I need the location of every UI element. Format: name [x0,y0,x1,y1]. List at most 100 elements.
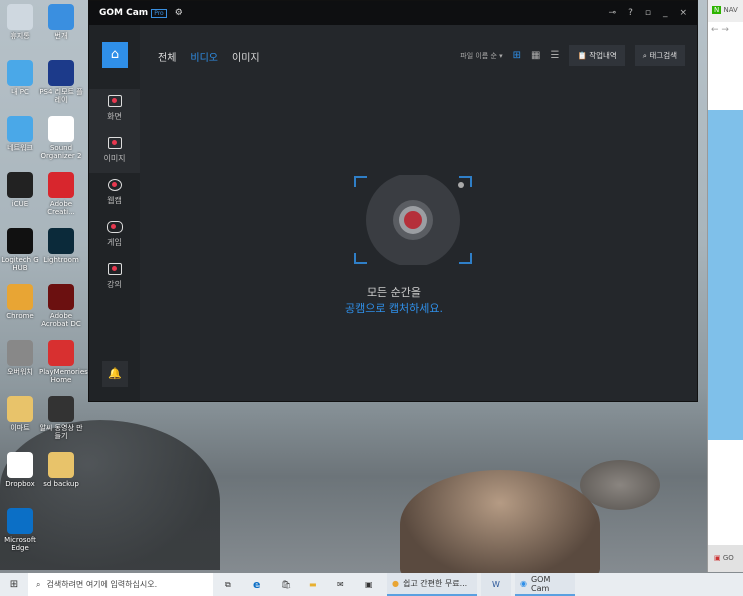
desktop-icon[interactable]: PS4 리모트 플레이 [39,60,83,104]
app-icon [7,60,33,86]
key-icon[interactable]: ⊸ [609,8,617,18]
browser-window[interactable]: N NAV ← → ▣ GO [707,0,743,572]
desktop-icon-label: Adobe Acrobat DC [41,312,81,328]
tab-image[interactable]: 이미지 [232,49,260,64]
taskbar-gom-cam[interactable]: ◉ GOM Cam [515,573,575,596]
bell-icon[interactable]: 🔔 [102,361,128,387]
desktop-icon[interactable]: iCUE [0,172,42,208]
app-icon [48,340,74,366]
desktop-icon-label: Adobe Creati... [47,200,75,216]
desktop-icon[interactable]: sd backup [39,452,83,488]
app-icon [7,284,33,310]
sidebar-item-label: 이미지 [103,154,126,163]
app-icon [7,340,33,366]
app-icon [48,4,74,30]
taskbar-chrome[interactable]: ● 쉽고 간편한 무료... [387,573,477,596]
task-view-icon[interactable]: ⧉ [225,580,253,590]
sidebar: ⌂ 화면 이미지 웹캠 게임 강의 🔔 [89,25,140,401]
home-button[interactable]: ⌂ [102,42,128,68]
desktop-icon[interactable]: 내 PC [0,60,42,96]
browser-tab[interactable]: NAV [723,6,737,14]
app-icon [7,172,33,198]
desktop-icon-label: Chrome [6,312,34,320]
search-icon: ⌕ [36,579,41,589]
sidebar-item-label: 화면 [107,112,122,121]
desktop-icon[interactable]: 번개 [39,4,83,40]
desktop-icon-label: sd backup [43,480,79,488]
sidebar-item-game[interactable]: 게임 [89,215,140,257]
app-icon [48,452,74,478]
desktop-icon[interactable]: Microsoft Edge [0,508,42,552]
taskbar-app-label: 쉽고 간편한 무료... [402,579,468,588]
restore-button[interactable]: ▫ [645,8,651,18]
store-icon[interactable]: 🛍 [281,580,309,589]
desktop-icon-label: Sound Organizer 2 [40,144,82,160]
desktop-icon-label: 이마트 [10,424,30,432]
browser-notification: GO [722,554,734,562]
desktop-icon[interactable]: 알씨 동영상 만들기 [39,396,83,440]
tab-all[interactable]: 전체 [158,49,176,64]
taskbar-search[interactable]: ⌕ 검색하려면 여기에 입력하십시오. [28,573,213,596]
camera-shutter-icon [354,175,472,265]
desktop-icon-label: PS4 리모트 플레이 [39,88,83,104]
pro-badge: Pro [151,8,167,18]
close-button[interactable]: × [679,8,687,18]
desktop-icon[interactable]: 오버워치 [0,340,42,376]
empty-message-line2: 공캠으로 캡처하세요. [344,302,444,315]
history-button[interactable]: 📋 작업내역 [569,45,625,66]
screen-icon [107,95,122,107]
sidebar-item-webcam[interactable]: 웹캠 [89,173,140,215]
desktop-icon-label: Lightroom [43,256,79,264]
desktop-icon-label: 오버워치 [7,368,33,376]
file-explorer-icon[interactable]: ▬ [309,580,337,589]
desktop-icon[interactable]: Chrome [0,284,42,320]
desktop-icon-label: 내 PC [11,88,29,96]
desktop-icon[interactable]: Dropbox [0,452,42,488]
tag-search-label: 태그검색 [649,51,677,60]
start-button[interactable]: ⊞ [0,579,28,590]
help-button[interactable]: ? [628,8,633,18]
app-icon [48,116,74,142]
sidebar-item-screen[interactable]: 화면 [89,89,140,131]
app-icon [48,284,74,310]
small-grid-view-icon[interactable]: ▦ [531,50,540,61]
list-view-icon[interactable]: ☰ [550,50,559,61]
image-icon [107,137,122,149]
app-icon [7,508,33,534]
lecture-icon [107,263,122,275]
app-icon[interactable]: ▣ [365,580,387,589]
taskbar: ⊞ ⌕ 검색하려면 여기에 입력하십시오. ⧉ e 🛍 ▬ ✉ ▣ ● 쉽고 간편한… [0,573,743,596]
tag-search-button[interactable]: ⌕ 태그검색 [634,45,685,66]
sort-dropdown[interactable]: 파일 이름 순 ▾ [460,51,502,61]
desktop-icon[interactable]: 이마트 [0,396,42,432]
desktop-icon[interactable]: 휴지통 [0,4,42,40]
desktop-icon[interactable]: Adobe Creati... [39,172,83,216]
app-icon [48,396,74,422]
desktop-icon[interactable]: Sound Organizer 2 [39,116,83,160]
sidebar-item-label: 게임 [107,238,122,247]
edge-icon[interactable]: e [253,578,281,591]
history-label: 작업내역 [589,51,617,60]
desktop-icon-label: Dropbox [5,480,35,488]
sidebar-item-image[interactable]: 이미지 [89,131,140,173]
tab-bar: 전체 비디오 이미지 [158,49,260,64]
minimize-button[interactable]: _ [663,8,668,18]
desktop-icon[interactable]: Logitech G HUB [0,228,42,272]
gear-icon[interactable]: ⚙ [175,8,183,18]
taskbar-app-label: GOM Cam [530,574,551,593]
desktop-icon[interactable]: Lightroom [39,228,83,264]
desktop-icon[interactable]: 네트워크 [0,116,42,152]
word-icon[interactable]: W [481,573,511,596]
desktop-icon[interactable]: Adobe Acrobat DC [39,284,83,328]
large-grid-view-icon[interactable]: ⊞ [513,50,521,61]
desktop-icon-label: 알씨 동영상 만들기 [39,424,83,440]
tab-video[interactable]: 비디오 [190,49,218,64]
app-icon [7,228,33,254]
mail-icon[interactable]: ✉ [337,580,365,589]
desktop-icon-label: 네트워크 [7,144,33,152]
chrome-icon: ● [392,579,399,588]
title-bar[interactable]: GOM Cam Pro ⚙ ⊸ ? ▫ _ × [89,1,697,25]
app-icon [7,4,33,30]
desktop-icon-label: 휴지통 [10,32,30,40]
desktop-icon[interactable]: PlayMemories Home [39,340,88,384]
